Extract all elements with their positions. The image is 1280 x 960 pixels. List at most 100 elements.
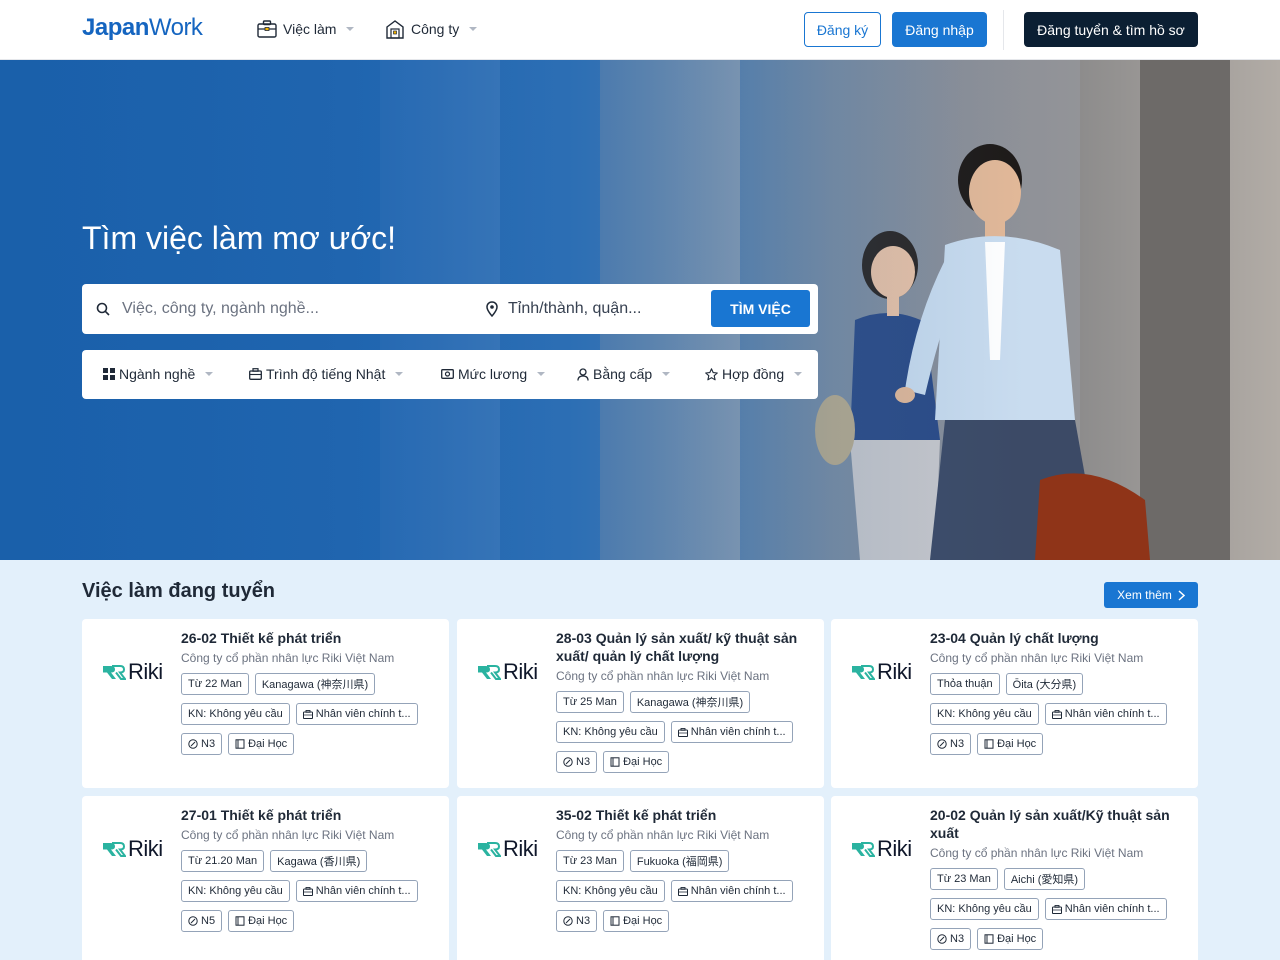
- degree-label: Đại Học: [248, 915, 288, 927]
- riki-logo-icon: [103, 665, 126, 680]
- filter-industry[interactable]: Ngành nghề: [103, 362, 214, 386]
- company-logo: Riki: [477, 659, 538, 685]
- job-card-body: 20-02 Quản lý sản xuất/Kỹ thuật sản xuất…: [930, 806, 1185, 950]
- employment-type-label: Nhân viên chính t...: [1064, 903, 1160, 915]
- jlpt-label: N3: [950, 933, 965, 945]
- section-title: Việc làm đang tuyển: [82, 580, 276, 602]
- nav-companies-label: Công ty: [411, 21, 460, 37]
- location-tag: Fukuoka (福岡県): [629, 850, 730, 872]
- job-title[interactable]: 23-04 Quản lý chất lượng: [930, 629, 1185, 647]
- location-tag: Aichi (愛知県): [1003, 868, 1086, 890]
- briefcase-icon: [1051, 709, 1062, 719]
- briefcase-icon: [1051, 904, 1062, 914]
- filter-salary[interactable]: Mức lương: [441, 362, 546, 386]
- tag-row: KN: Không yêu cầu Nhân viên chính t...: [556, 880, 811, 902]
- company-logo-text: Riki: [877, 659, 912, 684]
- tag-row: KN: Không yêu cầu Nhân viên chính t...: [181, 703, 436, 725]
- filter-salary-label: Mức lương: [458, 366, 528, 382]
- tag-row: N5 Đại Học: [181, 910, 436, 932]
- job-card[interactable]: Riki 27-01 Thiết kế phát triển Công ty c…: [82, 796, 449, 960]
- building-icon: [386, 20, 404, 39]
- chevron-down-icon: [469, 27, 478, 31]
- company-name[interactable]: Công ty cổ phần nhân lực Riki Việt Nam: [930, 651, 1185, 665]
- chevron-down-icon: [346, 27, 355, 31]
- jlpt-tag: N5: [181, 910, 223, 932]
- chevron-right-icon: [1178, 589, 1185, 601]
- riki-logo-icon: [852, 842, 875, 857]
- location-tag: Kanagawa (神奈川県): [629, 691, 751, 713]
- company-name[interactable]: Công ty cổ phần nhân lực Riki Việt Nam: [556, 828, 811, 842]
- job-title[interactable]: 26-02 Thiết kế phát triển: [181, 629, 436, 647]
- header-divider: [1003, 10, 1004, 50]
- company-logo: Riki: [851, 836, 912, 862]
- briefcase-icon: [257, 20, 277, 38]
- register-button[interactable]: Đăng ký: [804, 12, 881, 47]
- see-more-button[interactable]: Xem thêm: [1104, 582, 1198, 608]
- job-title[interactable]: 27-01 Thiết kế phát triển: [181, 806, 436, 824]
- employment-type-tag: Nhân viên chính t...: [1044, 898, 1167, 920]
- jlpt-tag: N3: [556, 751, 598, 773]
- employment-type-tag: Nhân viên chính t...: [1044, 703, 1167, 725]
- experience-tag: KN: Không yêu cầu: [556, 721, 665, 743]
- nav-jobs[interactable]: Việc làm: [257, 16, 355, 42]
- job-title[interactable]: 20-02 Quản lý sản xuất/Kỹ thuật sản xuất: [930, 806, 1185, 842]
- jlpt-tag: N3: [930, 733, 972, 755]
- company-name[interactable]: Công ty cổ phần nhân lực Riki Việt Nam: [181, 828, 436, 842]
- employment-type-tag: Nhân viên chính t...: [670, 880, 793, 902]
- nav-jobs-label: Việc làm: [283, 21, 337, 37]
- tag-row: Từ 23 Man Fukuoka (福岡県): [556, 850, 811, 872]
- degree-tag: Đại Học: [977, 928, 1044, 950]
- tag-row: N3 Đại Học: [556, 910, 811, 932]
- company-logo: Riki: [102, 836, 163, 862]
- jlpt-tag: N3: [556, 910, 598, 932]
- tag-row: KN: Không yêu cầu Nhân viên chính t...: [181, 880, 436, 902]
- login-button[interactable]: Đăng nhập: [892, 12, 987, 47]
- employment-type-label: Nhân viên chính t...: [690, 885, 786, 897]
- site-logo[interactable]: JapanWork: [82, 14, 203, 42]
- book-icon: [235, 916, 245, 926]
- filter-degree[interactable]: Bằng cấp: [577, 362, 671, 386]
- filter-industry-label: Ngành nghề: [119, 366, 196, 382]
- language-level-icon: [563, 757, 573, 767]
- chevron-down-icon: [395, 372, 404, 376]
- experience-tag: KN: Không yêu cầu: [930, 703, 1039, 725]
- job-card[interactable]: Riki 28-03 Quản lý sản xuất/ kỹ thuật sả…: [457, 619, 824, 788]
- briefcase-icon: [302, 886, 313, 896]
- employment-type-label: Nhân viên chính t...: [690, 726, 786, 738]
- language-level-icon: [188, 916, 198, 926]
- chevron-down-icon: [662, 372, 671, 376]
- job-card-body: 28-03 Quản lý sản xuất/ kỹ thuật sản xuấ…: [556, 629, 811, 773]
- tag-row: Từ 22 Man Kanagawa (神奈川県): [181, 673, 436, 695]
- filter-contract[interactable]: Hợp đồng: [705, 362, 803, 386]
- location-tag: Kanagawa (神奈川県): [254, 673, 376, 695]
- tag-row: Từ 25 Man Kanagawa (神奈川県): [556, 691, 811, 713]
- employment-type-label: Nhân viên chính t...: [315, 708, 411, 720]
- tag-row: N3 Đại Học: [181, 733, 436, 755]
- nav-companies[interactable]: Công ty: [385, 16, 478, 42]
- job-card[interactable]: Riki 23-04 Quản lý chất lượng Công ty cổ…: [831, 619, 1198, 788]
- job-card[interactable]: Riki 26-02 Thiết kế phát triển Công ty c…: [82, 619, 449, 788]
- search-button[interactable]: TÌM VIỆC: [711, 290, 810, 327]
- job-card[interactable]: Riki 35-02 Thiết kế phát triển Công ty c…: [457, 796, 824, 960]
- company-name[interactable]: Công ty cổ phần nhân lực Riki Việt Nam: [181, 651, 436, 665]
- degree-tag: Đại Học: [603, 751, 670, 773]
- salary-tag: Từ 22 Man: [181, 673, 249, 695]
- company-name[interactable]: Công ty cổ phần nhân lực Riki Việt Nam: [556, 669, 811, 683]
- filter-japanese-level-label: Trình độ tiếng Nhật: [266, 366, 386, 382]
- salary-tag: Từ 23 Man: [556, 850, 624, 872]
- filter-japanese-level[interactable]: Trình độ tiếng Nhật: [249, 362, 404, 386]
- company-name[interactable]: Công ty cổ phần nhân lực Riki Việt Nam: [930, 846, 1185, 860]
- degree-tag: Đại Học: [228, 733, 295, 755]
- job-card-body: 35-02 Thiết kế phát triển Công ty cổ phầ…: [556, 806, 811, 932]
- search-input[interactable]: [122, 294, 462, 324]
- book-icon: [610, 757, 620, 767]
- degree-tag: Đại Học: [977, 733, 1044, 755]
- riki-logo-icon: [478, 842, 501, 857]
- job-title[interactable]: 35-02 Thiết kế phát triển: [556, 806, 811, 824]
- tag-row: Thỏa thuận Ōita (大分県): [930, 673, 1185, 695]
- location-tag: Ōita (大分県): [1005, 673, 1084, 695]
- job-card[interactable]: Riki 20-02 Quản lý sản xuất/Kỹ thuật sản…: [831, 796, 1198, 960]
- employer-button[interactable]: Đăng tuyển & tìm hồ sơ: [1024, 12, 1198, 47]
- job-title[interactable]: 28-03 Quản lý sản xuất/ kỹ thuật sản xuấ…: [556, 629, 811, 665]
- company-logo: Riki: [102, 659, 163, 685]
